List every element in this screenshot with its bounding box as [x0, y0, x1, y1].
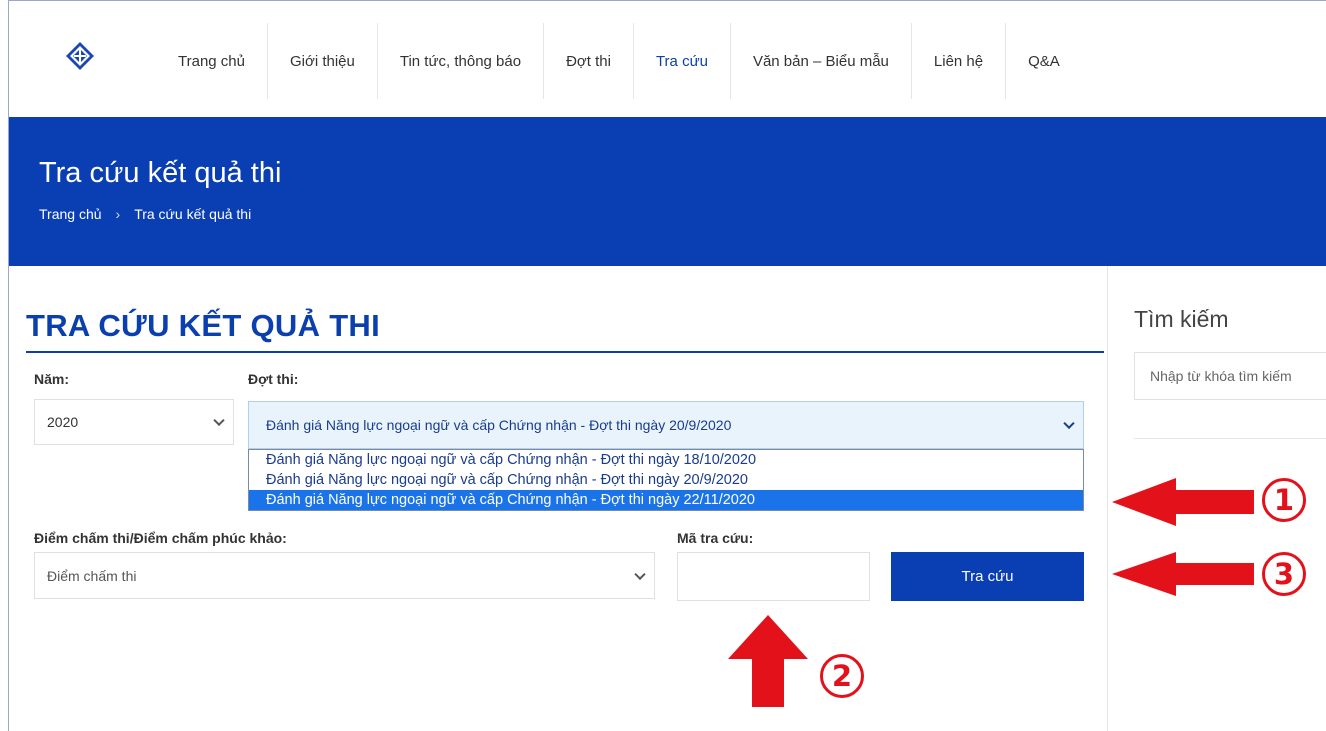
- nav-menu: Trang chủ Giới thiệu Tin tức, thông báo …: [156, 23, 1082, 99]
- nav-item-contact[interactable]: Liên hệ: [912, 23, 1007, 99]
- nav-item-news[interactable]: Tin tức, thông báo: [378, 23, 545, 99]
- nav-item-documents[interactable]: Văn bản – Biểu mẫu: [731, 23, 912, 99]
- lookup-code-input[interactable]: [677, 552, 870, 601]
- main-content: TRA CỨU KẾT QUẢ THI Năm: 2020 Đợt thi: Đ…: [9, 266, 1107, 731]
- exam-dropdown-list: Đánh giá Năng lực ngoại ngữ và cấp Chứng…: [248, 449, 1084, 511]
- score-type-select[interactable]: Điểm chấm thi: [34, 552, 655, 599]
- sidebar-search-title: Tìm kiếm: [1134, 306, 1229, 332]
- breadcrumb: Trang chủ › Tra cứu kết quả thi: [39, 206, 251, 222]
- nav-item-qa[interactable]: Q&A: [1006, 23, 1082, 99]
- section-title: TRA CỨU KẾT QUẢ THI: [26, 308, 381, 343]
- chevron-down-icon: [213, 414, 225, 427]
- year-select[interactable]: 2020: [34, 399, 234, 445]
- arrow-left-icon: [1112, 552, 1254, 596]
- site-logo-icon[interactable]: [65, 41, 95, 71]
- exam-label: Đợt thi:: [248, 371, 299, 387]
- exam-option[interactable]: Đánh giá Năng lực ngoại ngữ và cấp Chứng…: [249, 450, 1083, 470]
- title-underline: [26, 351, 1104, 353]
- score-type-value: Điểm chấm thi: [47, 567, 137, 584]
- exam-select[interactable]: Đánh giá Năng lực ngoại ngữ và cấp Chứng…: [248, 401, 1084, 449]
- page-title: Tra cứu kết quả thi: [39, 157, 282, 189]
- sidebar-divider-line: [1134, 438, 1326, 439]
- exam-option[interactable]: Đánh giá Năng lực ngoại ngữ và cấp Chứng…: [249, 470, 1083, 490]
- annotation-marker-3: 3: [1262, 552, 1306, 596]
- annotation-marker-1: 1: [1262, 478, 1306, 522]
- year-select-value: 2020: [47, 414, 79, 430]
- annotation-marker-2: 2: [820, 654, 864, 698]
- page-header-banner: Tra cứu kết quả thi Trang chủ › Tra cứu …: [9, 117, 1326, 266]
- year-label: Năm:: [34, 371, 70, 387]
- breadcrumb-home-link[interactable]: Trang chủ: [39, 206, 102, 222]
- score-type-label: Điểm chấm thi/Điểm chấm phúc khảo:: [34, 530, 287, 546]
- exam-select-value: Đánh giá Năng lực ngoại ngữ và cấp Chứng…: [266, 417, 732, 433]
- arrow-left-icon: [1112, 478, 1254, 526]
- chevron-down-icon: [1063, 417, 1075, 430]
- nav-item-home[interactable]: Trang chủ: [156, 23, 268, 99]
- breadcrumb-separator-icon: ›: [115, 206, 121, 222]
- exam-option-highlighted[interactable]: Đánh giá Năng lực ngoại ngữ và cấp Chứng…: [249, 490, 1083, 510]
- nav-item-about[interactable]: Giới thiệu: [268, 23, 378, 99]
- nav-item-exam-rounds[interactable]: Đợt thi: [544, 23, 634, 99]
- chevron-down-icon: [634, 568, 646, 580]
- arrow-up-icon: [728, 615, 808, 707]
- lookup-code-label: Mã tra cứu:: [677, 530, 754, 546]
- sidebar-search-input[interactable]: Nhập từ khóa tìm kiếm: [1134, 352, 1326, 400]
- sidebar-divider: [1107, 266, 1108, 731]
- breadcrumb-current: Tra cứu kết quả thi: [134, 206, 252, 222]
- lookup-submit-button[interactable]: Tra cứu: [891, 552, 1084, 601]
- nav-item-lookup[interactable]: Tra cứu: [634, 23, 731, 99]
- top-navbar: Trang chủ Giới thiệu Tin tức, thông báo …: [9, 1, 1326, 117]
